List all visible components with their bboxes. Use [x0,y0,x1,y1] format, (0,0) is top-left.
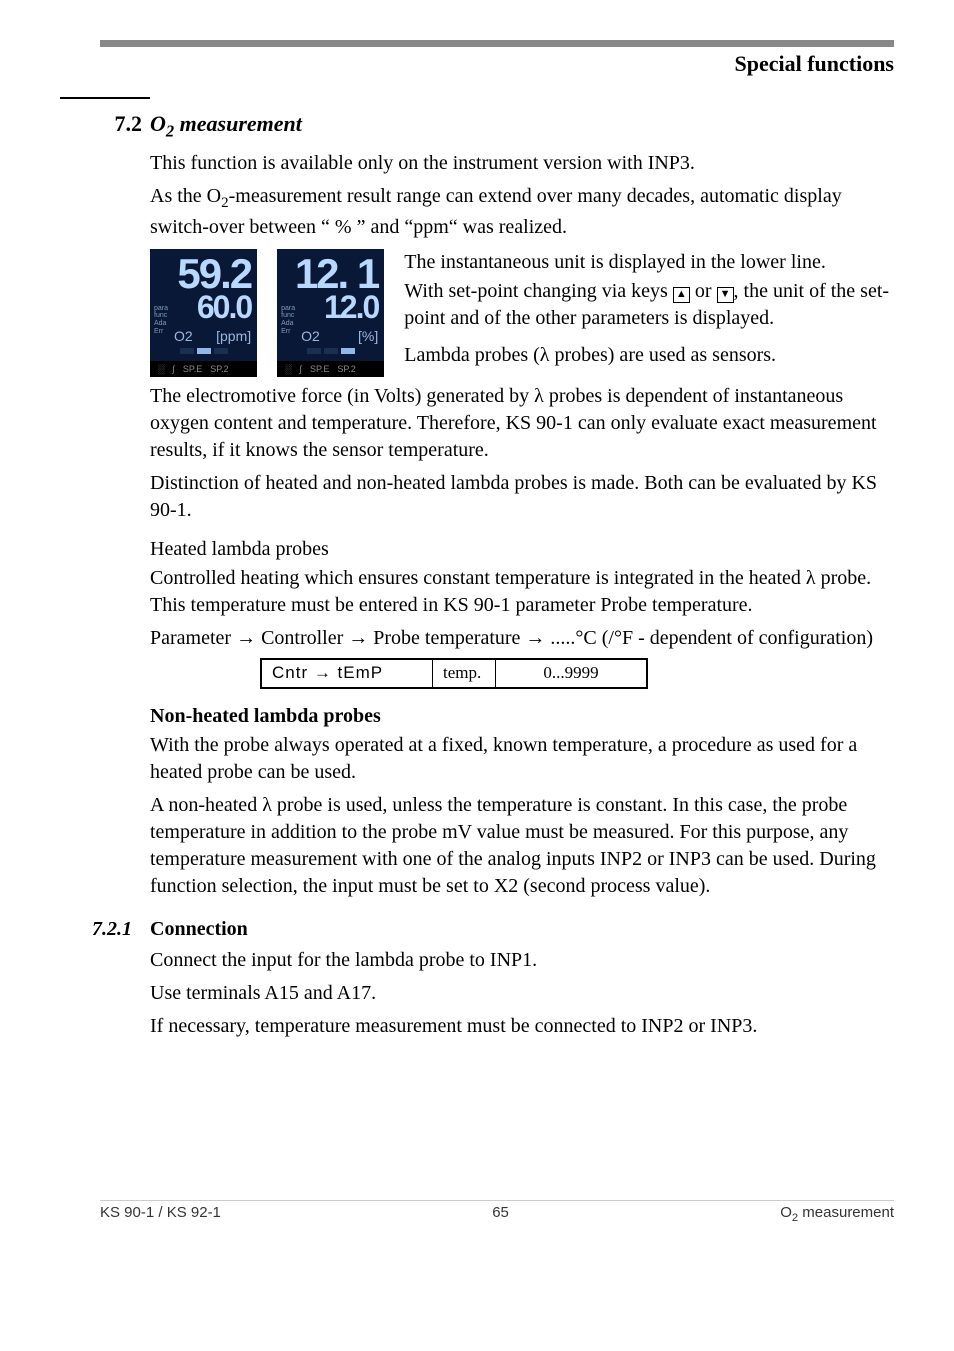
subsection-heading: 7.2.1 Connection [100,916,894,943]
footer-right-pre: O [780,1204,792,1221]
param-table-wrap: Cntr → tEmP temp. 0...9999 [260,658,894,689]
param-cell-2: temp. [433,659,496,688]
lcd2-f0: ░ [285,363,291,375]
heated-p1: Controlled heating which ensures constan… [150,565,894,619]
lcd1-side-1: func [154,312,168,320]
lcd2-big: 12. 1 [283,255,378,293]
figure-caption: The instantaneous unit is displayed in t… [404,249,894,371]
subsection-title: Connection [150,916,248,943]
key-down-icon: ▼ [717,287,734,303]
nonheated-p2: A non-heated λ probe is used, unless the… [150,792,894,900]
lcd1-side: para func Ada Err [154,305,168,336]
section-title-pre: O [150,111,166,136]
fig-t1: The instantaneous unit is displayed in t… [404,249,894,276]
lcd1-f1: ∫ [172,363,174,375]
footer-right-post: measurement [798,1204,894,1221]
intro-p2-post: -measurement result range can extend ove… [150,185,842,237]
param-table: Cntr → tEmP temp. 0...9999 [260,658,648,689]
body2-p1: The electromotive force (in Volts) gener… [150,383,894,464]
lcd1-f2: SP.E [183,363,202,375]
subsection-p2: Use terminals A15 and A17. [150,980,894,1007]
subsection-p1: Connect the input for the lambda probe t… [150,947,894,974]
fig-t2b: or [690,280,717,302]
heated-title: Heated lambda probes [150,536,894,563]
lcd2-med: 12.0 [283,292,378,322]
lcd2-f1: ∫ [300,363,302,375]
lcd1-unit-left: O2 [174,327,193,346]
fig-t2a: With set-point changing via keys [404,280,673,302]
header-divider [100,40,894,47]
lcd2-side-2: Ada [281,320,295,328]
subsection-p3: If necessary, temperature measurement mu… [150,1013,894,1040]
section-title-post: measurement [174,111,302,136]
figure-row: para func Ada Err 59.2 60.0 O2 [ppm] ░ ∫… [150,249,894,377]
lcd1-unit-right: [ppm] [216,327,251,346]
lcd1-side-2: Ada [154,320,168,328]
intro-p2-sub: 2 [221,195,229,211]
lcd2-f2: SP.E [310,363,329,375]
section-number: 7.2 [100,109,150,139]
key-up-icon: ▲ [673,287,690,303]
lcd-percent: para func Ada Err 12. 1 12.0 O2 [%] ░ ∫ … [277,249,384,377]
lcd1-med: 60.0 [156,292,251,322]
footer-left: KS 90-1 / KS 92-1 [100,1203,221,1226]
lcd2-unit-left: O2 [301,327,320,346]
lcd1-f3: SP.2 [210,363,228,375]
lcd2-side-3: Err [281,328,295,336]
body2-p2: Distinction of heated and non-heated lam… [150,470,894,524]
lcd2-unit-right: [%] [358,327,378,346]
lcd1-side-3: Err [154,328,168,336]
section-title-sub: 2 [166,121,174,140]
nonheated-p1: With the probe always operated at a fixe… [150,732,894,786]
section-heading: 7.2 O2 measurement [100,109,894,143]
intro-p1: This function is available only on the i… [150,150,894,177]
lcd2-footer: ░ ∫ SP.E SP.2 [277,361,384,377]
fig-t3: Lambda probes (λ probes) are used as sen… [404,342,894,369]
param-cell-1: Cntr → tEmP [261,659,433,688]
lcd1-footer: ░ ∫ SP.E SP.2 [150,361,257,377]
fig-t2: With set-point changing via keys ▲ or ▼,… [404,278,894,332]
heated-p2: Parameter → Controller → Probe temperatu… [150,625,894,652]
param-cell-3: 0...9999 [496,659,648,688]
lcd1-side-0: para [154,305,168,313]
lcd1-bars [156,348,251,354]
page-header-title: Special functions [100,49,894,79]
intro-p2: As the O2-measurement result range can e… [150,183,894,240]
lcd2-row3: O2 [%] [283,327,378,346]
lcd-ppm: para func Ada Err 59.2 60.0 O2 [ppm] ░ ∫… [150,249,257,377]
lcd1-row3: O2 [ppm] [156,327,251,346]
lcd2-bars [283,348,378,354]
nonheated-title: Non-heated lambda probes [150,703,894,730]
lcd2-side: para func Ada Err [281,305,295,336]
intro-p2-pre: As the O [150,185,221,207]
subsection-number: 7.2.1 [92,916,150,943]
lcd1-f0: ░ [158,363,164,375]
lcd2-f3: SP.2 [337,363,355,375]
page-footer: KS 90-1 / KS 92-1 65 O2 measurement [100,1200,894,1226]
section-title: O2 measurement [150,109,302,143]
lcd2-side-0: para [281,305,295,313]
lcd2-side-1: func [281,312,295,320]
lcd1-big: 59.2 [156,255,251,293]
footer-center: 65 [492,1203,509,1226]
section-overline [60,97,150,99]
footer-right: O2 measurement [780,1203,894,1226]
